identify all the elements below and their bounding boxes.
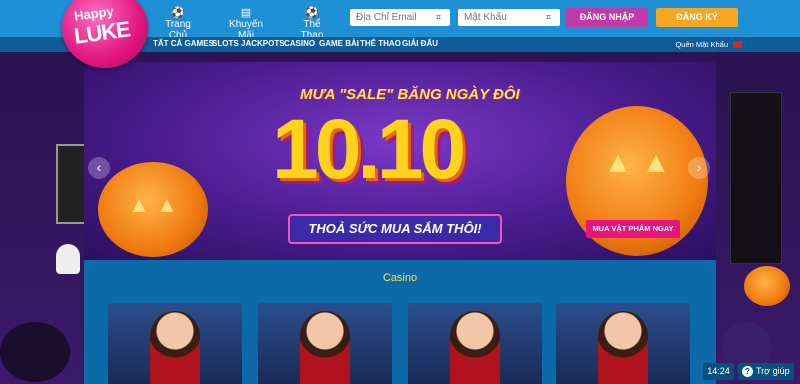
password-input[interactable]: [458, 9, 560, 26]
category-card-games[interactable]: GAME BÀI: [319, 39, 359, 48]
vietnam-flag-icon[interactable]: [733, 41, 742, 48]
casino-game-card[interactable]: [408, 303, 542, 384]
pumpkin-decor: ▲ ▲: [98, 162, 208, 257]
category-slots[interactable]: SLOTS: [212, 39, 239, 48]
section-title: Casino: [382, 272, 418, 284]
clock-display: 14:24: [703, 363, 734, 380]
nav-home[interactable]: ⚽ Trang Chủ: [158, 7, 198, 41]
next-slide-arrow-icon[interactable]: ›: [688, 157, 710, 179]
category-all-games[interactable]: TẤT CẢ GAMES: [153, 39, 214, 48]
casino-game-card[interactable]: [108, 303, 242, 384]
promo-icon: ▤: [240, 7, 252, 19]
nav-sports[interactable]: ⚽ Thể Thao: [292, 7, 332, 41]
nav-promotions[interactable]: ▤ Khuyến Mãi: [222, 7, 270, 41]
slide-indicators: [420, 252, 496, 260]
pumpkin-decor: [744, 266, 790, 306]
question-icon: ?: [742, 366, 753, 377]
dealer-image: [150, 311, 200, 384]
category-jackpots[interactable]: JACKPOTS: [241, 39, 285, 48]
keypad-icon[interactable]: ⌗: [436, 12, 441, 23]
banner-headline: MƯA "SALE" BĂNG NGÀY ĐÔI: [300, 86, 520, 103]
casino-game-card[interactable]: [556, 303, 690, 384]
dealer-image: [598, 311, 648, 384]
email-input[interactable]: [350, 9, 450, 26]
soccer-ball-icon: ⚽: [305, 7, 319, 19]
banner-tagline: THOẢ SỨC MUA SẮM THÔI!: [288, 214, 502, 244]
dealer-image: [450, 311, 500, 384]
help-label: Trợ giúp: [756, 366, 790, 376]
promo-banner[interactable]: ▲ ▲ ▲ ▲ MƯA "SALE" BĂNG NGÀY ĐÔI 10.10 T…: [84, 62, 716, 260]
forgot-password-link[interactable]: Quên Mật Khẩu: [675, 40, 728, 49]
register-button[interactable]: ĐĂNG KÝ: [656, 8, 738, 27]
category-tournaments[interactable]: GIẢI ĐẤU: [402, 39, 438, 48]
prev-slide-arrow-icon[interactable]: ‹: [88, 157, 110, 179]
ghost-decor: [56, 244, 80, 274]
keypad-icon[interactable]: ⌗: [546, 12, 551, 23]
cauldron-decor: [0, 322, 70, 382]
casino-section: Casino: [84, 260, 716, 384]
login-button[interactable]: ĐĂNG NHẬP: [566, 8, 648, 27]
soccer-ball-icon: ⚽: [171, 7, 185, 19]
banner-big-text: 10.10: [272, 102, 466, 196]
buy-items-button[interactable]: MUA VẬT PHẨM NGAY: [586, 220, 680, 238]
left-decor-panel: [0, 52, 90, 384]
dealer-image: [300, 311, 350, 384]
casino-game-card[interactable]: [258, 303, 392, 384]
help-button[interactable]: ? Trợ giúp: [738, 363, 794, 380]
fridge-prize-image: [730, 92, 782, 264]
category-sports[interactable]: THỂ THAO: [360, 39, 401, 48]
category-casino[interactable]: CASINO: [284, 39, 315, 48]
